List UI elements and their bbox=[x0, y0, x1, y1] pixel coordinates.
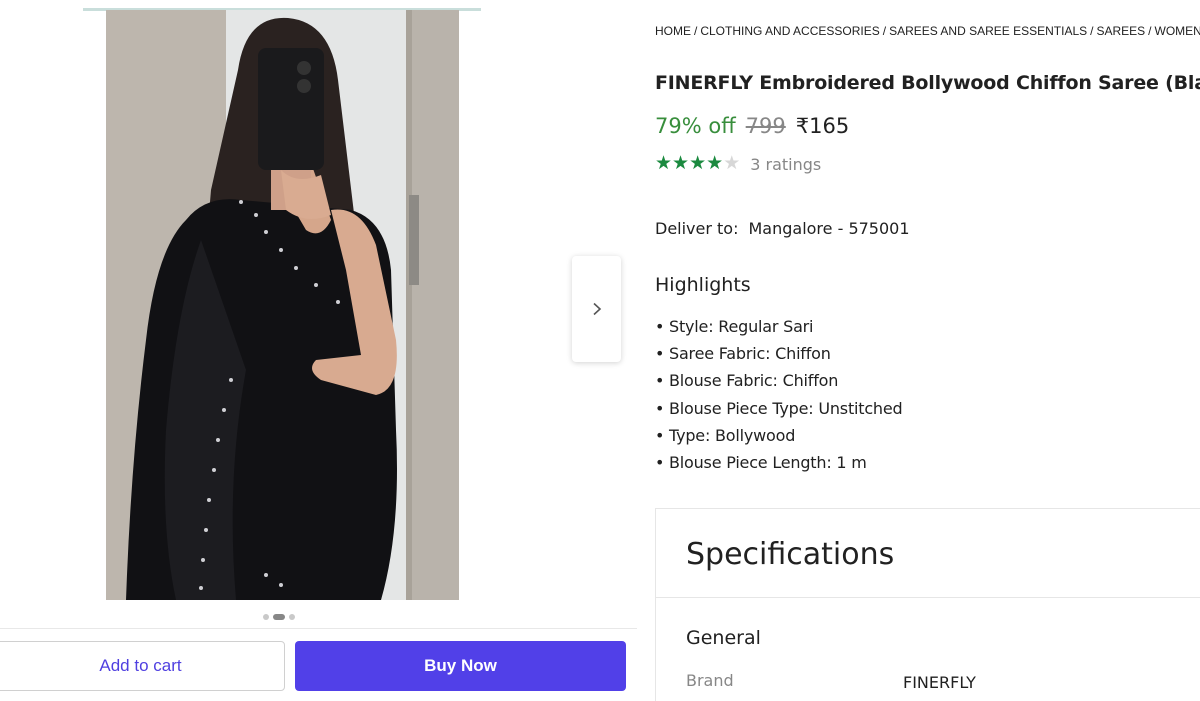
carousel-dots bbox=[263, 614, 295, 620]
bullet-icon: • bbox=[655, 371, 665, 391]
bullet-icon: • bbox=[655, 344, 665, 364]
highlight-text: Type: Bollywood bbox=[669, 425, 796, 445]
delivery-location[interactable]: Mangalore - 575001 bbox=[748, 219, 909, 238]
breadcrumb-sarees-essentials[interactable]: SAREES AND SAREE ESSENTIALS bbox=[889, 24, 1087, 38]
add-to-cart-button[interactable]: Add to cart bbox=[0, 641, 285, 691]
bullet-icon: • bbox=[655, 317, 665, 336]
product-image[interactable] bbox=[106, 10, 459, 600]
breadcrumb-separator: / bbox=[882, 24, 887, 38]
star-filled-icon: ★ bbox=[706, 153, 724, 174]
breadcrumb-home[interactable]: HOME bbox=[655, 24, 691, 38]
bullet-icon: • bbox=[655, 425, 665, 445]
product-gallery: Add to cart Buy Now bbox=[0, 0, 640, 701]
product-title: FINERFLY Embroidered Bollywood Chiffon S… bbox=[655, 72, 1200, 94]
highlight-text: Blouse Piece Type: Unstitched bbox=[669, 398, 903, 418]
carousel-dot[interactable] bbox=[263, 614, 269, 620]
selling-price: ₹165 bbox=[795, 114, 850, 138]
carousel-dot-active[interactable] bbox=[273, 614, 285, 620]
highlight-item: • Saree Fabric: Chiffon bbox=[655, 343, 902, 370]
spec-key-brand: Brand bbox=[686, 671, 734, 690]
breadcrumb-women[interactable]: WOMEN bbox=[1155, 24, 1200, 38]
delivery-info[interactable]: Deliver to: Mangalore - 575001 bbox=[655, 219, 910, 238]
highlight-text: Blouse Fabric: Chiffon bbox=[669, 371, 839, 391]
highlight-item: • Blouse Piece Type: Unstitched bbox=[655, 398, 903, 425]
original-price: 799 bbox=[745, 114, 786, 138]
highlight-item: • Blouse Fabric: Chiffon bbox=[655, 370, 902, 397]
carousel-dot[interactable] bbox=[289, 614, 295, 620]
breadcrumb-separator: / bbox=[694, 24, 698, 38]
chevron-right-icon bbox=[592, 302, 601, 316]
highlights-heading: Highlights bbox=[655, 274, 751, 296]
spec-section-general: General bbox=[686, 627, 761, 649]
star-rating: ★ ★ ★ ★ ★ bbox=[655, 154, 740, 174]
rating-row[interactable]: ★ ★ ★ ★ ★ 3 ratings bbox=[655, 154, 821, 174]
bullet-icon: • bbox=[655, 452, 665, 472]
rating-count[interactable]: 3 ratings bbox=[750, 155, 821, 174]
breadcrumb-separator: / bbox=[1090, 24, 1094, 38]
star-filled-icon: ★ bbox=[655, 153, 673, 174]
highlight-text: Blouse Piece Length: 1 m bbox=[669, 452, 867, 472]
highlight-item: • Style: Regular Sari bbox=[655, 316, 902, 343]
specifications-heading: Specifications bbox=[686, 537, 895, 572]
spec-value-brand: FINERFLY bbox=[903, 673, 976, 692]
breadcrumb: HOME / CLOTHING AND ACCESSORIES / SAREES AND… bbox=[655, 24, 1200, 38]
highlights-list: • Style: Regular Sari • Saree Fabric: Chiff… bbox=[655, 316, 903, 479]
breadcrumb-clothing[interactable]: CLOTHING AND ACCESSORIES bbox=[700, 24, 879, 38]
star-empty-icon: ★ bbox=[723, 153, 741, 174]
highlight-item: • Type: Bollywood bbox=[655, 425, 902, 452]
star-filled-icon: ★ bbox=[689, 153, 707, 174]
breadcrumb-sarees[interactable]: SAREES bbox=[1096, 24, 1145, 38]
star-filled-icon: ★ bbox=[672, 153, 690, 174]
next-image-button[interactable] bbox=[572, 256, 621, 362]
highlight-text: Saree Fabric: Chiffon bbox=[669, 344, 831, 364]
buy-now-button[interactable]: Buy Now bbox=[295, 641, 626, 691]
highlight-text: Style: Regular Sari bbox=[669, 317, 814, 336]
specifications-panel: Specifications General Brand FINERFLY bbox=[655, 508, 1200, 701]
price-row: 79% off 799 ₹165 bbox=[655, 114, 849, 138]
discount-percent: 79% off bbox=[655, 114, 736, 138]
highlight-item: • Blouse Piece Length: 1 m bbox=[655, 452, 902, 479]
breadcrumb-separator: / bbox=[1148, 24, 1152, 38]
deliver-to-label: Deliver to: bbox=[655, 219, 739, 238]
action-bar: Add to cart Buy Now bbox=[0, 628, 637, 701]
product-details: HOME / CLOTHING AND ACCESSORIES / SAREES AND… bbox=[655, 0, 1200, 701]
bullet-icon: • bbox=[655, 398, 665, 418]
divider bbox=[656, 597, 1200, 598]
